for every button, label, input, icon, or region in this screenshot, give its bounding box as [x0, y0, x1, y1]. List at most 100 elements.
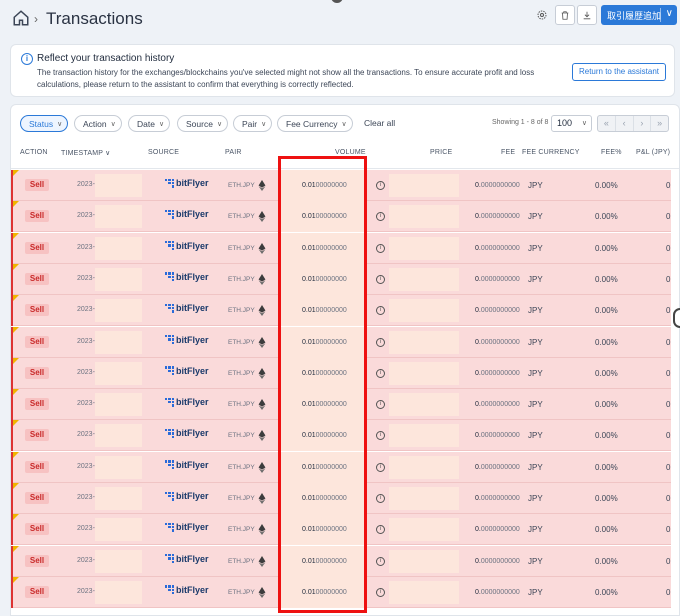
bitflyer-logo: bitFlyer — [165, 521, 209, 533]
pnl: 0 — [666, 462, 671, 472]
gear-icon[interactable] — [533, 6, 551, 24]
price-redacted — [389, 424, 459, 448]
info-icon[interactable]: i — [376, 556, 385, 566]
bitflyer-mark-icon — [165, 272, 174, 282]
info-icon[interactable]: i — [376, 525, 385, 535]
col-price[interactable]: PRICE — [430, 149, 452, 156]
info-icon[interactable]: i — [376, 494, 385, 503]
table-row[interactable]: Sell 2023- bitFlyer ETH.JPY 0.0100000000… — [11, 389, 671, 421]
table-row[interactable]: Sell 2023- bitFlyer ETH.JPY 0.0100000000… — [11, 483, 671, 514]
fee: 0.0000000000 — [475, 338, 520, 346]
info-icon[interactable]: i — [376, 212, 385, 222]
chevron-down-icon[interactable]: ∨ — [666, 8, 673, 19]
ethereum-icon — [258, 336, 266, 348]
ethereum-icon — [258, 430, 266, 442]
col-pair[interactable]: PAIR — [225, 149, 242, 156]
filter-source-label: Source — [186, 118, 213, 129]
flag-icon — [13, 295, 19, 302]
info-icon[interactable]: i — [376, 368, 385, 378]
last-page-button[interactable]: » — [651, 116, 668, 131]
col-pnl[interactable]: P&L (JPY) — [636, 149, 670, 156]
action-badge: Sell — [25, 335, 49, 348]
table-row[interactable]: Sell 2023- bitFlyer ETH.JPY 0.0100000000… — [11, 170, 671, 201]
info-icon[interactable]: i — [376, 306, 385, 316]
timestamp-redacted — [95, 580, 142, 604]
info-icon[interactable]: i — [376, 181, 385, 190]
fee-percent: 0.00% — [595, 494, 618, 503]
col-fee[interactable]: FEE — [501, 149, 515, 156]
delete-button[interactable] — [555, 5, 575, 25]
scroll-handle[interactable] — [673, 308, 680, 328]
fee-percent: 0.00% — [595, 306, 618, 316]
bitflyer-logo: bitFlyer — [165, 427, 209, 439]
fee-currency: JPY — [528, 431, 543, 441]
table-row[interactable]: Sell 2023- bitFlyer ETH.JPY 0.0100000000… — [11, 545, 671, 577]
info-icon[interactable]: i — [376, 274, 385, 284]
col-volume[interactable]: VOLUME — [335, 149, 366, 156]
timestamp-redacted — [95, 487, 142, 510]
return-to-assistant-button[interactable]: Return to the assistant — [572, 63, 666, 81]
action-badge: Sell — [25, 398, 49, 411]
source-name: bitFlyer — [176, 428, 209, 439]
fee-percent: 0.00% — [595, 337, 618, 347]
filter-fee-currency[interactable]: Fee Currency ∨ — [277, 115, 353, 132]
home-icon[interactable] — [12, 9, 30, 27]
action-badge: Sell — [25, 492, 49, 504]
pair: ETH.JPY — [228, 401, 255, 409]
volume: 0.0100000000 — [302, 307, 347, 315]
info-icon[interactable]: i — [376, 243, 385, 253]
table-row[interactable]: Sell 2023- bitFlyer ETH.JPY 0.0100000000… — [11, 326, 671, 358]
info-icon[interactable]: i — [376, 587, 385, 597]
pair: ETH.JPY — [228, 432, 255, 440]
pnl: 0 — [666, 337, 671, 347]
table-row[interactable]: Sell 2023- bitFlyer ETH.JPY 0.0100000000… — [11, 420, 671, 452]
col-fee-pct[interactable]: FEE% — [601, 149, 622, 156]
info-icon[interactable]: i — [376, 431, 385, 441]
next-page-button[interactable]: › — [634, 116, 652, 131]
volume: 0.0100000000 — [302, 213, 347, 221]
info-icon[interactable]: i — [376, 400, 385, 410]
filter-date[interactable]: Date ∨ — [128, 115, 171, 132]
filter-status[interactable]: Status ∨ — [20, 115, 69, 132]
info-icon[interactable]: i — [376, 462, 385, 472]
info-icon: i — [21, 53, 33, 65]
source-name: bitFlyer — [176, 365, 209, 376]
timestamp: 2023- — [77, 494, 95, 501]
page-size-select[interactable]: 100 ∨ — [551, 115, 592, 132]
table-row[interactable]: Sell 2023- bitFlyer ETH.JPY 0.0100000000… — [11, 451, 671, 483]
timestamp-redacted — [95, 267, 142, 291]
table-row[interactable]: Sell 2023- bitFlyer ETH.JPY 0.0100000000… — [11, 357, 671, 389]
ethereum-icon — [258, 367, 266, 379]
table-row[interactable]: Sell 2023- bitFlyer ETH.JPY 0.0100000000… — [11, 201, 671, 233]
fee: 0.0000000000 — [475, 369, 520, 377]
fee-currency: JPY — [528, 462, 543, 472]
table-row[interactable]: Sell 2023- bitFlyer ETH.JPY 0.0100000000… — [11, 263, 671, 295]
first-page-button[interactable]: « — [598, 116, 616, 131]
filter-source[interactable]: Source ∨ — [177, 115, 229, 132]
col-fee-currency[interactable]: FEE CURRENCY — [522, 149, 580, 156]
ethereum-icon — [258, 242, 266, 254]
clear-all-link[interactable]: Clear all — [364, 118, 395, 128]
volume: 0.0100000000 — [302, 369, 347, 377]
timestamp: 2023- — [77, 525, 95, 533]
table-row[interactable]: Sell 2023- bitFlyer ETH.JPY 0.0100000000… — [11, 514, 671, 546]
bitflyer-logo: bitFlyer — [165, 396, 209, 408]
banner-text: The transaction history for the exchange… — [37, 68, 535, 89]
source-name: bitFlyer — [176, 303, 209, 314]
table-row[interactable]: Sell 2023- bitFlyer ETH.JPY 0.0100000000… — [11, 232, 671, 264]
info-icon[interactable]: i — [376, 337, 385, 347]
table-row[interactable]: Sell 2023- bitFlyer ETH.JPY 0.0100000000… — [11, 295, 671, 327]
col-timestamp[interactable]: TIMESTAMP ∨ — [61, 149, 110, 157]
download-button[interactable] — [577, 5, 597, 25]
timestamp: 2023- — [77, 587, 95, 595]
col-action[interactable]: ACTION — [20, 149, 48, 156]
col-source[interactable]: SOURCE — [148, 149, 179, 156]
pair: ETH.JPY — [228, 338, 255, 346]
prev-page-button[interactable]: ‹ — [616, 116, 634, 131]
filter-pair[interactable]: Pair ∨ — [233, 115, 273, 132]
timestamp: 2023- — [77, 368, 95, 376]
source-name: bitFlyer — [176, 459, 209, 470]
filter-action[interactable]: Action ∨ — [74, 115, 122, 132]
add-transaction-history-button[interactable]: 取引履歴追加 ∨ — [601, 5, 677, 25]
table-row[interactable]: Sell 2023- bitFlyer ETH.JPY 0.0100000000… — [11, 576, 671, 608]
